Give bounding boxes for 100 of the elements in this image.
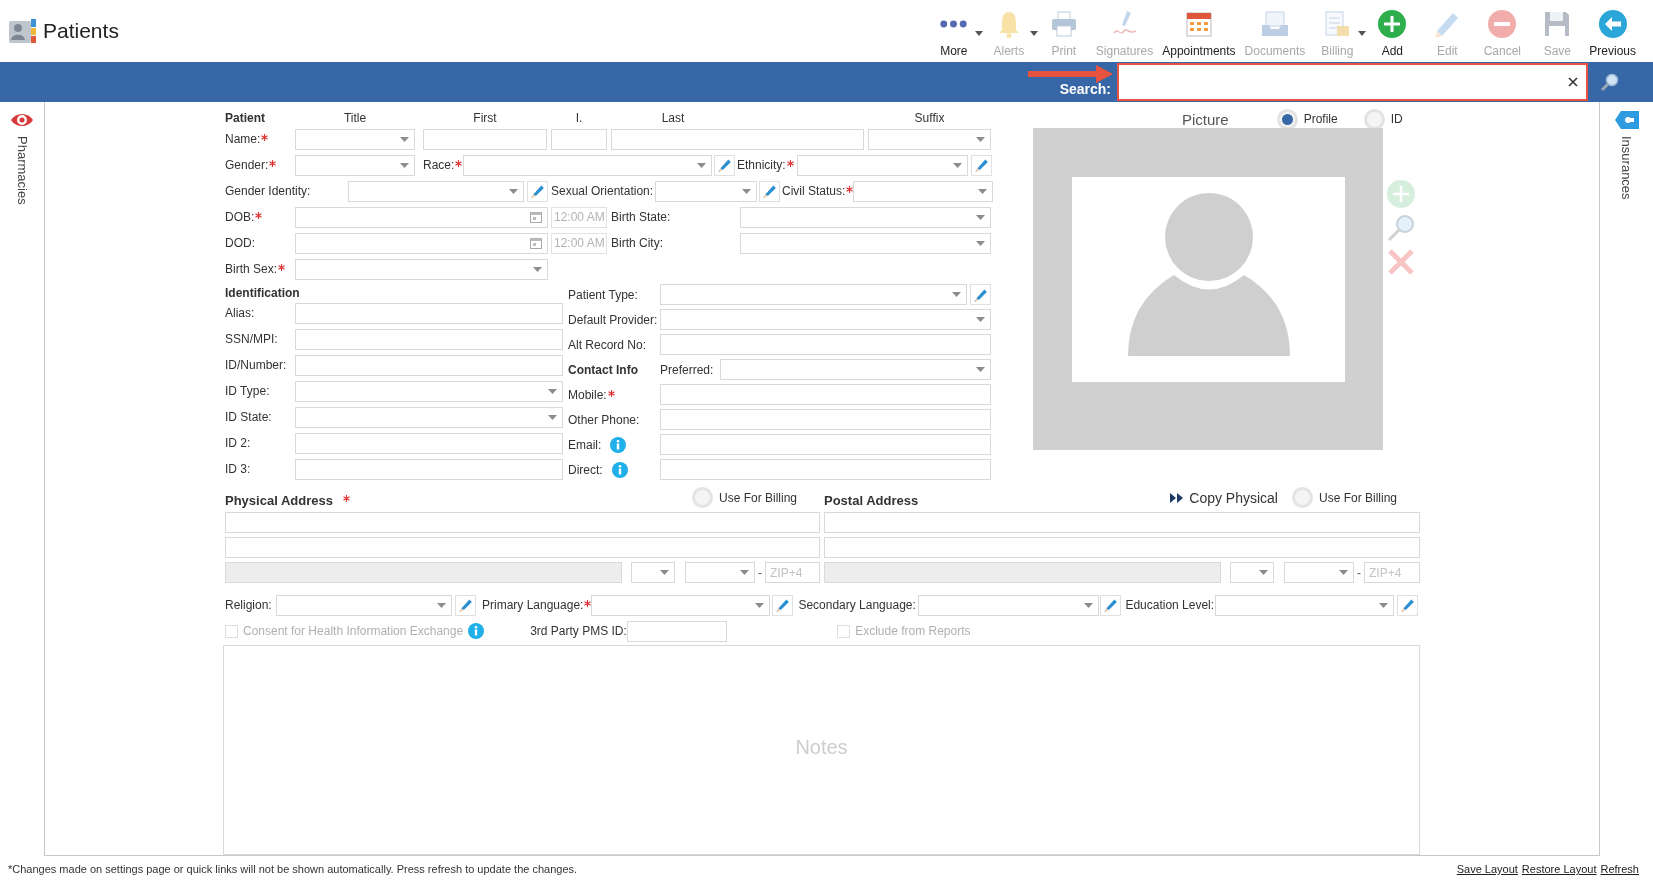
delete-icon[interactable] [1387,248,1415,276]
field-label: Name: [225,132,261,146]
field-label: DOD: [225,236,255,250]
text-field[interactable] [660,434,991,455]
edit-button[interactable] [455,594,476,616]
toolbar-button[interactable]: Appointments [1160,9,1238,58]
footer-link[interactable]: Restore Layout [1521,863,1597,875]
field-label: Birth Sex: [225,262,278,276]
text-field[interactable] [295,328,563,350]
zip-field[interactable]: ZIP+4 [1364,562,1420,583]
section-heading: Physical Address [225,493,333,508]
caret-icon [400,136,409,142]
field-label: SSN/MPI: [225,332,278,346]
search-field[interactable] [1117,63,1588,101]
edit-button[interactable] [759,180,780,202]
field-label: ID Type: [225,384,270,398]
field-label: Preferred: [660,362,714,377]
field-label: ID/Number: [225,358,287,372]
text-field[interactable] [551,128,607,150]
edit-button[interactable] [970,284,991,305]
caret-icon [952,162,962,168]
caret-icon [660,570,669,575]
text-field[interactable] [295,354,563,376]
edit-button[interactable] [1397,594,1419,616]
close-icon[interactable] [1568,77,1578,87]
calendar-icon[interactable] [530,211,542,223]
dropdown[interactable] [295,406,563,428]
cancel-icon [1487,9,1518,39]
text-field[interactable] [295,458,563,480]
toolbar-button[interactable]: Previous [1587,9,1638,58]
toolbar-button[interactable]: More [928,9,979,58]
edit-button[interactable] [527,180,548,202]
dropdown[interactable] [685,562,755,583]
radio-option[interactable]: Use For Billing [691,487,797,508]
search-icon[interactable] [1600,72,1620,92]
dropdown[interactable] [740,232,991,254]
edit-button[interactable] [772,594,794,616]
section-heading: Picture [1182,110,1229,128]
column-heading: Suffix [913,111,946,125]
caret-icon [1339,570,1348,575]
date-field[interactable] [295,232,548,254]
field-label: Civil Status: [782,184,846,198]
footer-link[interactable]: Save Layout [1456,863,1518,875]
text-field[interactable] [225,537,820,558]
text-field[interactable] [423,128,547,150]
add-icon[interactable] [1387,180,1415,208]
text-field[interactable] [824,562,1221,583]
checkbox-label: Consent for Health Information Exchange [243,624,464,638]
edit-button[interactable] [714,154,735,176]
field-label: Birth City: [611,236,663,250]
search-label: Search: [1059,81,1111,99]
caret-icon [976,214,985,220]
calendar-icon[interactable] [530,237,542,249]
edit-button[interactable] [970,154,992,176]
dropdown[interactable] [631,562,675,583]
dropdown[interactable] [1230,562,1274,583]
side-tab[interactable]: Pharmacies [0,102,44,205]
caret-icon [740,570,749,575]
text-field[interactable] [824,512,1420,533]
footer-note: *Changes made on settings page or quick links will not be shown automatically. Press refresh to update the changes. [8,863,578,875]
dropdown[interactable] [295,128,415,150]
edit-button[interactable] [1100,594,1122,616]
text-field[interactable] [824,537,1420,558]
dropdown[interactable] [295,258,548,280]
date-field[interactable] [295,206,548,228]
dash-separator: - [1356,565,1362,580]
text-field[interactable] [225,512,820,533]
copy-button[interactable]: Copy Physical [1170,489,1278,506]
text-field[interactable] [611,128,864,150]
caret-icon [697,162,706,168]
radio-option[interactable]: Use For Billing [1291,487,1397,508]
text-field[interactable] [660,459,991,480]
field-label: ID 3: [225,462,251,476]
field-label: Mobile: [568,387,607,402]
text-field[interactable] [295,302,563,324]
dropdown[interactable] [295,380,563,402]
text-field[interactable] [660,334,991,355]
zip-field[interactable]: ZIP+4 [765,562,820,583]
footer-link[interactable]: Refresh [1600,863,1639,875]
toolbar-button[interactable]: Add [1367,9,1418,58]
column-heading: I. [574,111,584,125]
section-heading: Identification [225,285,301,300]
text-field[interactable] [627,620,728,642]
caret-icon [400,162,409,168]
dropdown[interactable] [295,154,415,176]
double-arrow-icon [1170,492,1185,503]
text-field[interactable] [660,409,991,430]
side-tab[interactable]: Insurances [1600,102,1653,200]
text-field[interactable] [660,384,991,405]
add-icon [1377,9,1408,39]
info-icon[interactable] [611,461,628,478]
zoom-icon[interactable] [1387,214,1415,242]
info-icon[interactable] [610,436,627,453]
dropdown[interactable] [720,359,991,380]
field-label: Religion: [225,598,272,612]
text-field[interactable] [295,432,563,454]
text-field[interactable] [225,562,622,583]
dropdown[interactable] [1284,562,1354,583]
caret-icon [976,136,985,142]
field-label: Alias: [225,306,255,320]
